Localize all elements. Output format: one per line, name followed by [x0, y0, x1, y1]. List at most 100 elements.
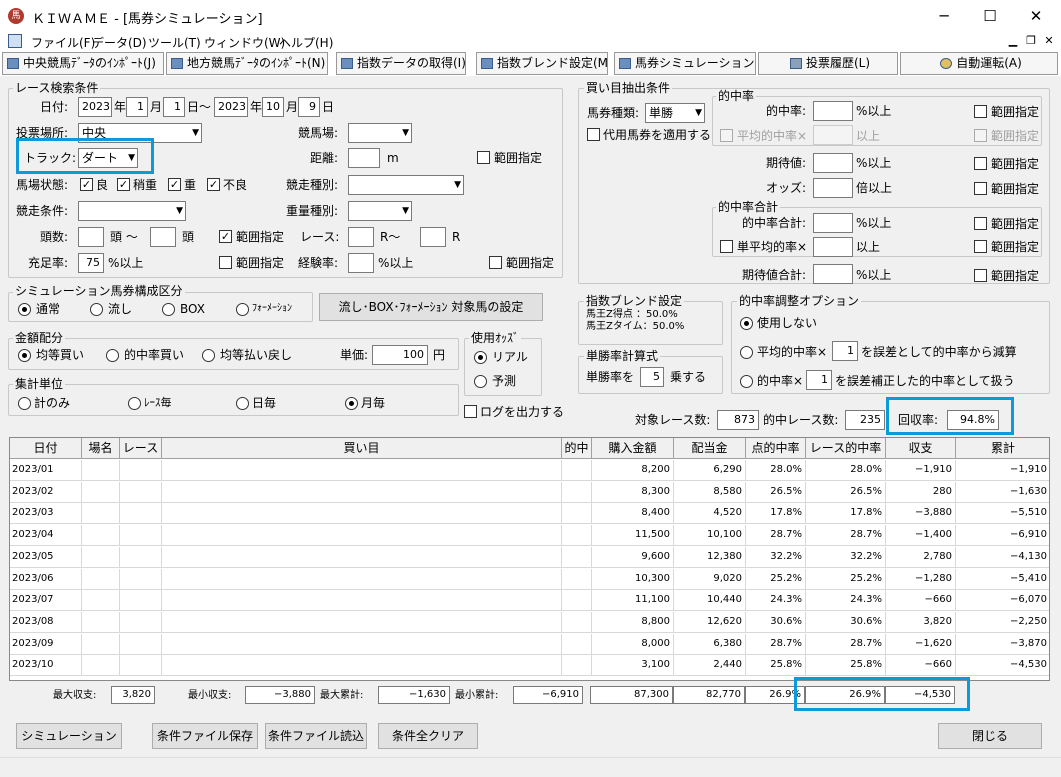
amount-equal-payout-radio[interactable]	[202, 349, 215, 362]
baba-heavy-checkbox[interactable]: ✓	[168, 178, 181, 191]
adjust-none-radio[interactable]	[740, 317, 753, 330]
winrate-power-input[interactable]: 5	[640, 367, 664, 387]
exp-sum-range-checkbox[interactable]	[974, 269, 987, 282]
clear-conditions-button[interactable]: 条件全クリア	[378, 723, 478, 749]
race-type-select[interactable]: ▼	[348, 175, 464, 195]
import-central-button[interactable]: 中央競馬ﾃﾞｰﾀのｲﾝﾎﾟｰﾄ(J)	[2, 52, 164, 75]
close-button[interactable]: 閉じる	[938, 723, 1042, 749]
distance-range-checkbox[interactable]	[477, 151, 490, 164]
vote-history-button[interactable]: 投票履歴(L)	[758, 52, 898, 75]
maximize-button[interactable]: ☐	[967, 0, 1013, 32]
amount-equal-radio[interactable]	[18, 349, 31, 362]
odds-real-radio[interactable]	[474, 351, 487, 364]
hit-rate-input[interactable]	[813, 101, 853, 121]
odds-range-checkbox[interactable]	[974, 182, 987, 195]
save-conditions-button[interactable]: 条件ファイル保存	[152, 723, 258, 749]
target-horse-settings-button[interactable]: 流し･BOX･ﾌｫｰﾒｰｼｮﾝ 対象馬の設定	[319, 293, 543, 321]
expected-range-checkbox[interactable]	[974, 157, 987, 170]
start-day-input[interactable]: 1	[163, 97, 185, 117]
fill-rate-input[interactable]: 75	[78, 253, 104, 273]
col-bets[interactable]: 買い目	[162, 438, 562, 459]
exp-sum-input[interactable]	[813, 264, 853, 284]
race-max-input[interactable]	[420, 227, 446, 247]
avg-hit-range-checkbox[interactable]	[974, 129, 987, 142]
col-race[interactable]: レース	[120, 438, 162, 459]
single-avg-checkbox[interactable]	[720, 240, 733, 253]
amount-hitrate-radio[interactable]	[106, 349, 119, 362]
start-year-input[interactable]: 2023	[78, 97, 112, 117]
heads-range-checkbox[interactable]: ✓	[219, 230, 232, 243]
menu-data[interactable]: データ(D)	[92, 34, 147, 51]
unit-price-input[interactable]: 100	[372, 345, 428, 365]
col-payout[interactable]: 配当金	[674, 438, 746, 459]
app-logo-icon[interactable]: 馬	[8, 8, 24, 24]
get-index-button[interactable]: 指数データの取得(I)	[336, 52, 466, 75]
col-hit[interactable]: 的中	[562, 438, 592, 459]
agg-day-radio[interactable]	[236, 397, 249, 410]
col-date[interactable]: 日付	[10, 438, 82, 459]
col-balance[interactable]: 収支	[886, 438, 956, 459]
col-venue[interactable]: 場名	[82, 438, 120, 459]
adjust-correct-radio[interactable]	[740, 375, 753, 388]
load-conditions-button[interactable]: 条件ファイル読込	[265, 723, 367, 749]
close-window-button[interactable]: ✕	[1013, 0, 1059, 32]
heads-min-input[interactable]	[78, 227, 104, 247]
menu-file[interactable]: ファイル(F)	[31, 34, 95, 51]
document-icon[interactable]	[8, 34, 22, 48]
adjust-subtract-input[interactable]: 1	[832, 341, 858, 361]
composition-nagashi-radio[interactable]	[90, 303, 103, 316]
col-cumulative[interactable]: 累計	[956, 438, 1049, 459]
menu-tools[interactable]: ツール(T)	[148, 34, 201, 51]
track-select[interactable]: ダート ▼	[78, 148, 138, 168]
agg-month-radio[interactable]	[345, 397, 358, 410]
col-race-hit[interactable]: レース的中率	[806, 438, 886, 459]
race-condition-select[interactable]: ▼	[78, 201, 186, 221]
menu-window[interactable]: ウィンドウ(W)	[204, 34, 285, 51]
mdi-restore-icon[interactable]: ❐	[1022, 34, 1040, 50]
exp-range-checkbox[interactable]	[489, 256, 502, 269]
auto-run-button[interactable]: 自動運転(A)	[900, 52, 1058, 75]
log-output-checkbox[interactable]	[464, 405, 477, 418]
bet-kind-select[interactable]: 単勝 ▼	[645, 103, 705, 123]
fill-range-checkbox[interactable]	[219, 256, 232, 269]
end-day-input[interactable]: 9	[298, 97, 320, 117]
composition-formation-radio[interactable]	[236, 303, 249, 316]
race-min-input[interactable]	[348, 227, 374, 247]
single-avg-input[interactable]	[813, 237, 853, 257]
substitute-checkbox[interactable]	[587, 128, 600, 141]
mdi-minimize-icon[interactable]: ▁	[1004, 34, 1022, 50]
hit-sum-range-checkbox[interactable]	[974, 217, 987, 230]
agg-race-radio[interactable]	[128, 397, 141, 410]
odds-predicted-radio[interactable]	[474, 375, 487, 388]
odds-filter-input[interactable]	[813, 178, 853, 198]
distance-input[interactable]	[348, 148, 380, 168]
col-purchase[interactable]: 購入金額	[592, 438, 674, 459]
minimize-button[interactable]: ─	[921, 0, 967, 32]
end-month-input[interactable]: 10	[262, 97, 284, 117]
expected-value-input[interactable]	[813, 153, 853, 173]
single-avg-range-checkbox[interactable]	[974, 240, 987, 253]
mdi-close-icon[interactable]: ✕	[1040, 34, 1058, 50]
import-local-button[interactable]: 地方競馬ﾃﾞｰﾀのｲﾝﾎﾟｰﾄ(N)	[166, 52, 328, 75]
menu-help[interactable]: ヘルプ(H)	[279, 34, 333, 51]
composition-box-radio[interactable]	[162, 303, 175, 316]
results-table[interactable]: 日付 場名 レース 買い目 的中 購入金額 配当金 点的中率 レース的中率 収支…	[9, 437, 1050, 681]
end-year-input[interactable]: 2023	[214, 97, 248, 117]
baba-slightly-heavy-checkbox[interactable]: ✓	[117, 178, 130, 191]
exp-rate-input[interactable]	[348, 253, 374, 273]
simulate-button[interactable]: シミュレーション	[16, 723, 122, 749]
composition-normal-radio[interactable]	[18, 303, 31, 316]
adjust-correct-input[interactable]: 1	[806, 370, 832, 390]
hit-rate-range-checkbox[interactable]	[974, 105, 987, 118]
weight-type-select[interactable]: ▼	[348, 201, 412, 221]
baba-good-checkbox[interactable]: ✓	[80, 178, 93, 191]
baba-bad-checkbox[interactable]: ✓	[207, 178, 220, 191]
start-month-input[interactable]: 1	[126, 97, 148, 117]
adjust-subtract-radio[interactable]	[740, 346, 753, 359]
col-point-hit[interactable]: 点的中率	[746, 438, 806, 459]
simulation-tab-button[interactable]: 馬券シミュレーション(B)	[614, 52, 756, 75]
heads-max-input[interactable]	[150, 227, 176, 247]
avg-hit-checkbox[interactable]	[720, 129, 733, 142]
agg-total-radio[interactable]	[18, 397, 31, 410]
course-select[interactable]: ▼	[348, 123, 412, 143]
